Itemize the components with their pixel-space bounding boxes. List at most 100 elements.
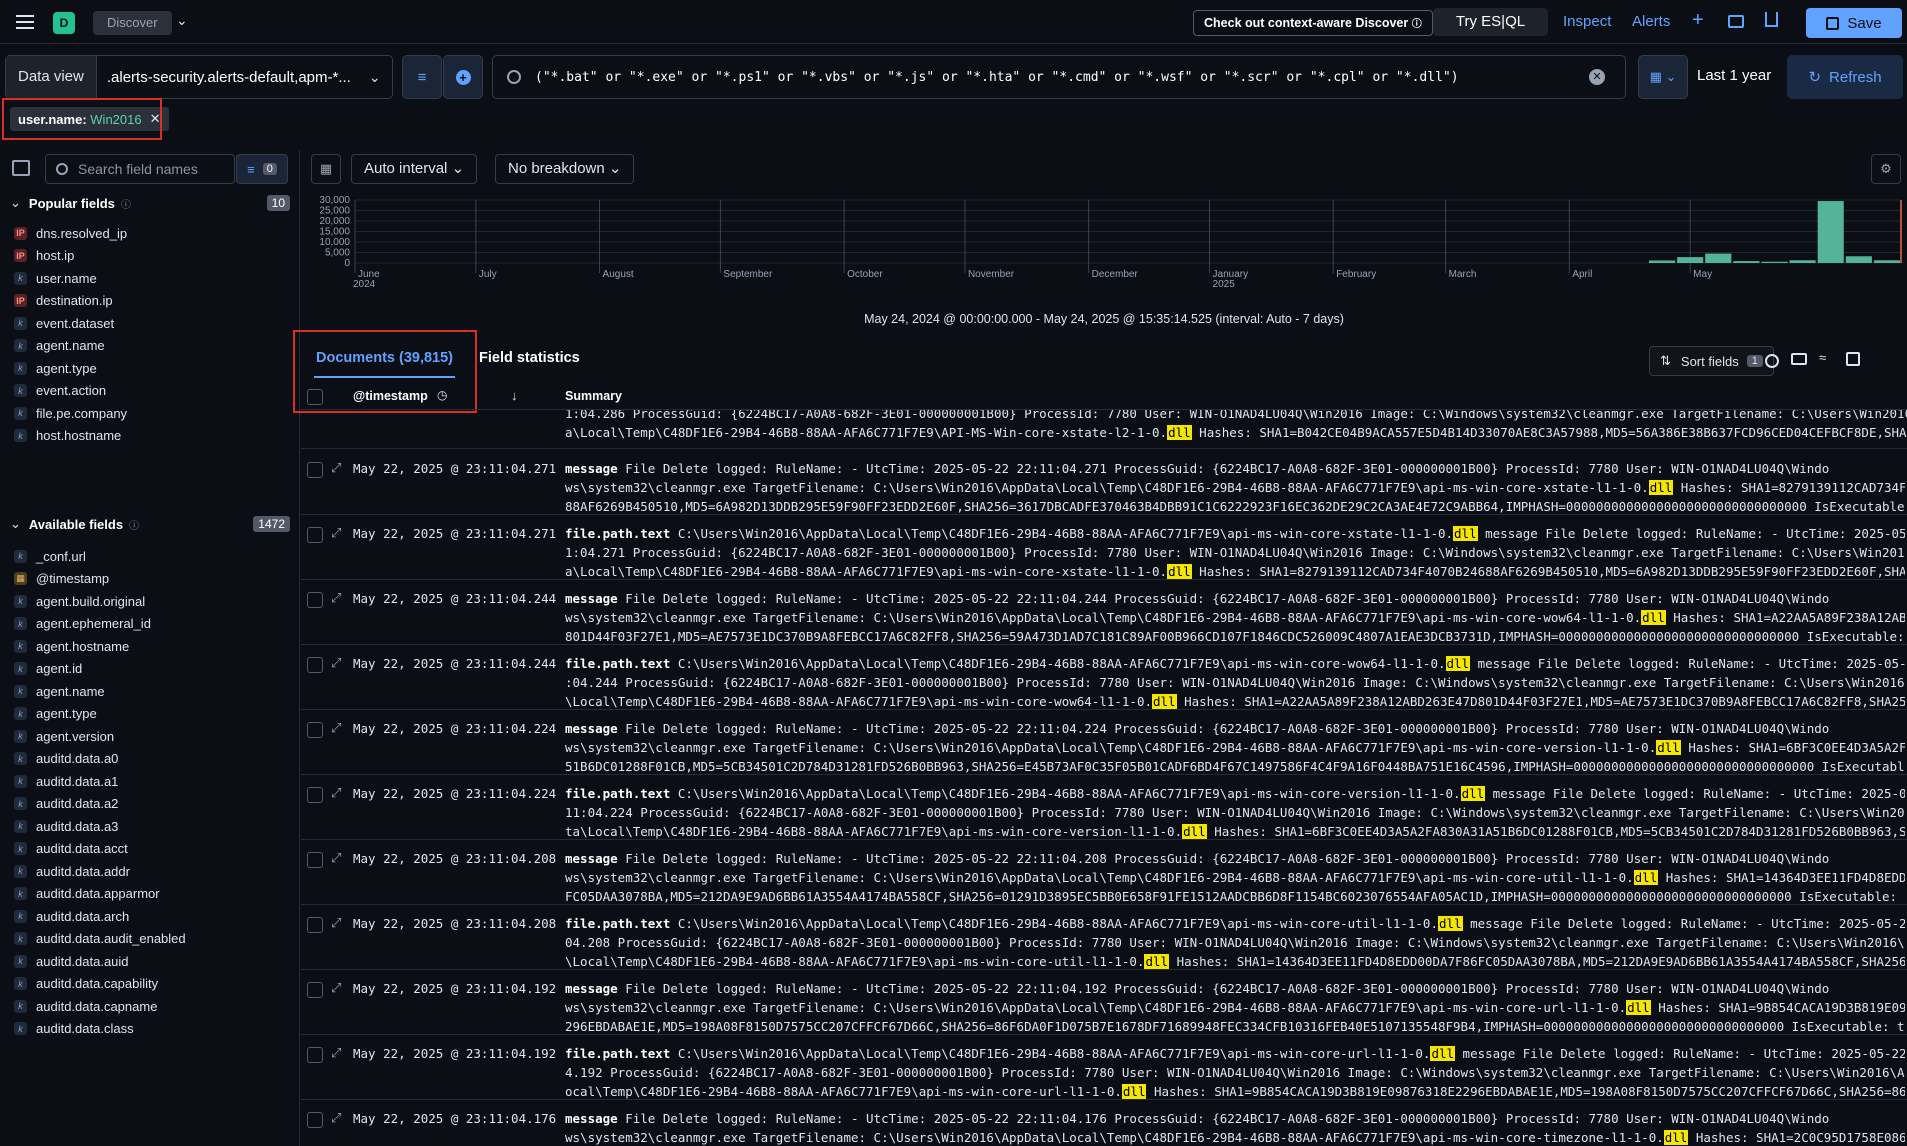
row-checkbox[interactable]	[307, 852, 323, 868]
field-item[interactable]: k _conf.url	[14, 546, 86, 566]
new-icon[interactable]: +	[1692, 9, 1704, 32]
query-input[interactable]: ("*.bat" or "*.exe" or "*.ps1" or "*.vbs…	[492, 55, 1626, 99]
row-checkbox[interactable]	[307, 657, 323, 673]
field-item[interactable]: k agent.type	[14, 704, 97, 724]
table-row[interactable]: ⤢ May 22, 2025 @ 23:11:04.176 message File…	[301, 1100, 1907, 1146]
field-item[interactable]: k agent.build.original	[14, 591, 145, 611]
field-item[interactable]: k event.dataset	[14, 313, 114, 333]
row-checkbox[interactable]	[307, 917, 323, 933]
expand-icon[interactable]: ⤢	[331, 590, 341, 606]
open-folder-icon[interactable]	[1728, 15, 1744, 28]
expand-icon[interactable]: ⤢	[331, 1110, 341, 1126]
expand-icon[interactable]: ⤢	[331, 785, 341, 801]
save-button[interactable]: Save	[1806, 8, 1902, 38]
select-all-checkbox[interactable]	[307, 389, 323, 405]
search-icon[interactable]	[1765, 354, 1779, 368]
field-item[interactable]: k auditd.data.apparmor	[14, 884, 160, 904]
time-range[interactable]: Last 1 year	[1697, 67, 1771, 84]
search-input[interactable]: Search field names	[78, 161, 198, 177]
row-checkbox[interactable]	[307, 982, 323, 998]
available-fields-header[interactable]: ⌄ Available fields ⓘ 1472	[10, 516, 290, 532]
field-item[interactable]: k user.name	[14, 268, 97, 288]
field-item[interactable]: ▦ @timestamp	[14, 569, 109, 589]
row-checkbox[interactable]	[307, 1112, 323, 1128]
field-item[interactable]: k event.action	[14, 381, 106, 401]
sort-fields-button[interactable]: ⇅ Sort fields 1	[1649, 346, 1774, 376]
table-row[interactable]: ⤢ May 22, 2025 @ 23:11:04.224 file.path.te…	[301, 775, 1907, 840]
interval-select[interactable]: Auto interval ⌄	[351, 154, 478, 184]
field-item[interactable]: k agent.name	[14, 681, 105, 701]
field-item[interactable]: k auditd.data.capability	[14, 974, 158, 994]
table-row[interactable]: ⤢ May 22, 2025 @ 23:11:04.192 message File…	[301, 970, 1907, 1035]
table-row[interactable]: ⤢ May 22, 2025 @ 23:11:04.224 message File…	[301, 710, 1907, 775]
inspect-button[interactable]: Inspect	[1563, 13, 1611, 30]
field-item[interactable]: k auditd.data.acct	[14, 839, 128, 859]
table-row[interactable]: ⤢ May 22, 2025 @ 23:11:04.244 file.path.te…	[301, 645, 1907, 710]
expand-icon[interactable]: ⤢	[331, 655, 341, 671]
table-row[interactable]: ⤢ May 22, 2025 @ 23:11:04.271 message File…	[301, 450, 1907, 515]
field-item[interactable]: k agent.type	[14, 358, 97, 378]
field-item[interactable]: k host.hostname	[14, 426, 121, 446]
try-esql-button[interactable]: Try ES|QL	[1433, 8, 1548, 36]
tab-field-statistics[interactable]: Field statistics	[479, 350, 580, 366]
row-checkbox[interactable]	[307, 722, 323, 738]
summary-header[interactable]: Summary	[565, 389, 622, 403]
chart-options-icon[interactable]: ⚙	[1871, 154, 1901, 184]
collapse-sidebar-icon[interactable]	[12, 160, 30, 176]
fullscreen-icon[interactable]	[1846, 352, 1860, 366]
expand-icon[interactable]: ⤢	[331, 850, 341, 866]
query-menu-button[interactable]: ≡	[402, 55, 442, 99]
menu-icon[interactable]	[16, 13, 34, 29]
date-quick-menu[interactable]: ▦ ⌄	[1638, 55, 1688, 99]
popular-fields-header[interactable]: ⌄ Popular fields ⓘ 10	[10, 195, 290, 211]
chevron-down-icon[interactable]: ⌄	[176, 12, 188, 29]
field-item[interactable]: k auditd.data.a1	[14, 771, 118, 791]
keyboard-icon[interactable]	[1791, 353, 1807, 365]
add-filter-button[interactable]: +	[443, 55, 483, 99]
expand-icon[interactable]: ⤢	[331, 460, 341, 476]
field-item[interactable]: k auditd.data.class	[14, 1019, 134, 1039]
row-checkbox[interactable]	[307, 462, 323, 478]
expand-icon[interactable]: ⤢	[331, 1045, 341, 1061]
timestamp-header[interactable]: @timestamp	[353, 389, 428, 403]
sort-arrow-icon[interactable]: ↓	[511, 388, 518, 403]
field-item[interactable]: k agent.name	[14, 336, 105, 356]
table-row[interactable]: ⤢ May 22, 2025 @ 23:11:04.271 file.path.te…	[301, 515, 1907, 580]
field-item[interactable]: k auditd.data.auid	[14, 951, 129, 971]
expand-icon[interactable]: ⤢	[331, 720, 341, 736]
data-view-picker[interactable]: Data view .alerts-security.alerts-defaul…	[5, 55, 393, 99]
table-row[interactable]: ⤢ May 22, 2025 @ 23:11:04.208 file.path.te…	[301, 905, 1907, 970]
field-item[interactable]: k agent.hostname	[14, 636, 129, 656]
refresh-button[interactable]: ↻ Refresh	[1787, 55, 1903, 99]
expand-icon[interactable]: ⤢	[331, 980, 341, 996]
expand-icon[interactable]: ⤢	[331, 915, 341, 931]
table-row[interactable]: ⤢ May 22, 2025 @ 23:11:04.208 message File…	[301, 840, 1907, 905]
field-item[interactable]: k auditd.data.a2	[14, 794, 118, 814]
field-item[interactable]: IP dns.resolved_ip	[14, 223, 127, 243]
clear-icon[interactable]: ✕	[1589, 69, 1605, 85]
context-aware-button[interactable]: Check out context-aware Discover ⓘ	[1193, 10, 1433, 36]
breadcrumb-discover[interactable]: Discover	[93, 11, 172, 35]
space-avatar[interactable]: D	[53, 12, 75, 34]
field-item[interactable]: k agent.id	[14, 659, 82, 679]
field-search-box[interactable]: Search field names	[45, 154, 235, 184]
display-settings-icon[interactable]: ≈	[1819, 350, 1826, 365]
field-item[interactable]: IP destination.ip	[14, 291, 113, 311]
row-checkbox[interactable]	[307, 527, 323, 543]
table-row[interactable]: ⤢ May 22, 2025 @ 23:11:04.244 message File…	[301, 580, 1907, 645]
field-item[interactable]: k auditd.data.addr	[14, 861, 130, 881]
field-item[interactable]: k auditd.data.a0	[14, 749, 118, 769]
table-row[interactable]: ⤢ May 22, 2025 @ 23:11:04.192 file.path.te…	[301, 1035, 1907, 1100]
row-checkbox[interactable]	[307, 1047, 323, 1063]
field-item[interactable]: IP host.ip	[14, 246, 74, 266]
alerts-button[interactable]: Alerts	[1632, 13, 1670, 30]
field-item[interactable]: k file.pe.company	[14, 403, 127, 423]
field-item[interactable]: k agent.version	[14, 726, 114, 746]
field-item[interactable]: k auditd.data.capname	[14, 996, 157, 1016]
row-checkbox[interactable]	[307, 787, 323, 803]
table-layout-icon[interactable]: ▦	[311, 154, 341, 184]
breakdown-select[interactable]: No breakdown ⌄	[495, 154, 635, 184]
field-item[interactable]: k auditd.data.arch	[14, 906, 129, 926]
expand-icon[interactable]: ⤢	[331, 525, 341, 541]
row-checkbox[interactable]	[307, 592, 323, 608]
